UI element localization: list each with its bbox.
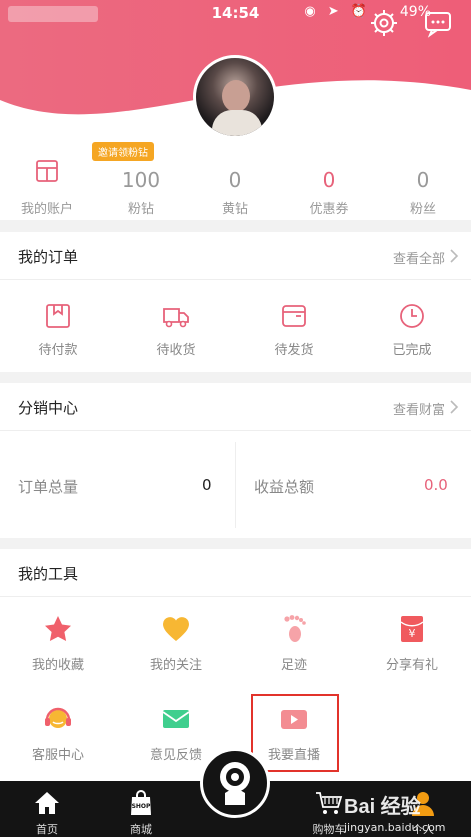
clock-icon bbox=[400, 304, 424, 328]
stat-coupons[interactable]: 0 优惠券 bbox=[282, 140, 376, 220]
red-envelope-icon: ¥ bbox=[400, 616, 424, 642]
tool-following[interactable]: 我的关注 bbox=[128, 604, 224, 684]
stat-fans[interactable]: 0 粉丝 bbox=[376, 140, 470, 220]
stat-value: 0 bbox=[416, 168, 430, 192]
distribution-card: 分销中心 查看财富 订单总量 0 收益总额 0.0 bbox=[0, 383, 471, 538]
shop-bag-text: SHOP bbox=[131, 803, 151, 810]
stats-row: 我的账户 100 粉钻 0 黄钻 0 优惠券 0 粉丝 bbox=[0, 140, 471, 220]
tab-label: 商城 bbox=[130, 823, 152, 836]
tool-label: 分享有礼 bbox=[385, 658, 438, 673]
order-pending-payment[interactable]: 待付款 bbox=[10, 281, 106, 371]
order-pending-receipt[interactable]: 待收货 bbox=[128, 281, 224, 371]
section-title: 我的订单 bbox=[18, 248, 79, 266]
tool-share-gift[interactable]: ¥ 分享有礼 bbox=[364, 604, 460, 684]
stat-label: 优惠券 bbox=[309, 202, 349, 217]
mail-icon bbox=[162, 710, 190, 728]
stat-label: 黄钻 bbox=[221, 202, 248, 217]
status-bar: 14:54 ◉ ➤ ⏰ 49% bbox=[0, 0, 471, 26]
order-label: 待收货 bbox=[156, 343, 196, 358]
order-label: 待发货 bbox=[274, 343, 314, 358]
section-title: 我的工具 bbox=[18, 565, 79, 583]
tab-mall[interactable]: SHOP 商城 bbox=[94, 781, 188, 837]
message-button[interactable] bbox=[423, 8, 453, 38]
headset-icon bbox=[45, 707, 71, 728]
divider bbox=[235, 442, 236, 528]
home-icon bbox=[35, 792, 59, 814]
account-icon bbox=[36, 160, 58, 182]
truck-icon bbox=[163, 308, 189, 328]
tool-favorites[interactable]: 我的收藏 bbox=[10, 604, 106, 684]
stat-label: 我的账户 bbox=[20, 202, 73, 217]
stat-yellow-diamond[interactable]: 0 黄钻 bbox=[188, 140, 282, 220]
orders-header[interactable]: 我的订单 查看全部 bbox=[0, 232, 471, 280]
stat-my-account[interactable]: 我的账户 bbox=[0, 140, 94, 220]
orders-card: 我的订单 查看全部 待付款 待收货 待发货 已完成 bbox=[0, 232, 471, 372]
live-camera-button[interactable] bbox=[200, 748, 270, 818]
footprint-icon bbox=[284, 615, 306, 642]
avatar-face bbox=[222, 80, 250, 112]
status-icons: ◉ ➤ ⏰ bbox=[304, 4, 371, 19]
section-title: 分销中心 bbox=[18, 399, 79, 417]
order-total-label: 订单总量 bbox=[18, 478, 79, 496]
stat-value: 0 bbox=[322, 168, 336, 192]
chevron-right-icon bbox=[450, 400, 459, 414]
tools-header: 我的工具 bbox=[0, 549, 471, 597]
order-completed[interactable]: 已完成 bbox=[364, 281, 460, 371]
webcam-icon bbox=[220, 762, 250, 805]
tab-home[interactable]: 首页 bbox=[0, 781, 94, 837]
distribution-header[interactable]: 分销中心 查看财富 bbox=[0, 383, 471, 431]
cart-icon bbox=[316, 792, 343, 814]
income-total-value: 0.0 bbox=[424, 476, 448, 494]
gear-icon bbox=[371, 10, 397, 36]
order-total-value: 0 bbox=[202, 476, 212, 494]
tool-label: 我的收藏 bbox=[31, 658, 84, 673]
distribution-stats: 订单总量 0 收益总额 0.0 bbox=[0, 432, 471, 538]
package-icon bbox=[282, 305, 306, 327]
chevron-right-icon bbox=[450, 249, 459, 263]
star-icon bbox=[45, 616, 71, 641]
tool-label: 客服中心 bbox=[31, 748, 84, 763]
watermark-url: jingyan.baidu.com bbox=[344, 821, 446, 834]
tab-label: 首页 bbox=[36, 823, 58, 836]
stat-label: 粉钻 bbox=[127, 202, 154, 217]
avatar[interactable] bbox=[193, 55, 277, 139]
tool-label: 我的关注 bbox=[149, 658, 202, 673]
view-wealth-link[interactable]: 查看财富 bbox=[393, 399, 445, 418]
tool-customer-service[interactable]: 客服中心 bbox=[10, 694, 106, 774]
baidu-watermark: Bai 经验 jingyan.baidu.com bbox=[344, 790, 446, 834]
stat-label: 粉丝 bbox=[409, 202, 436, 217]
wallet-icon bbox=[46, 304, 70, 328]
svg-text:¥: ¥ bbox=[409, 627, 416, 640]
stat-value: 100 bbox=[121, 168, 161, 192]
order-pending-shipment[interactable]: 待发货 bbox=[246, 281, 342, 371]
watermark-title: Bai 经验 bbox=[344, 796, 421, 818]
tools-card: 我的工具 我的收藏 我的关注 足迹 ¥ 分享有礼 客服中心 意见反馈 我要直播 bbox=[0, 549, 471, 781]
tool-footprints[interactable]: 足迹 bbox=[246, 604, 342, 684]
heart-icon bbox=[163, 617, 189, 641]
income-total-label: 收益总额 bbox=[254, 478, 315, 496]
invite-badge[interactable]: 邀请领粉钻 bbox=[92, 142, 154, 161]
order-label: 已完成 bbox=[392, 343, 432, 358]
settings-button[interactable] bbox=[369, 8, 399, 38]
avatar-body bbox=[212, 110, 262, 136]
tool-label: 足迹 bbox=[280, 658, 307, 673]
chat-bubble-icon bbox=[425, 12, 451, 38]
view-all-link[interactable]: 查看全部 bbox=[393, 248, 445, 267]
stat-value: 0 bbox=[228, 168, 242, 192]
order-label: 待付款 bbox=[38, 343, 78, 358]
